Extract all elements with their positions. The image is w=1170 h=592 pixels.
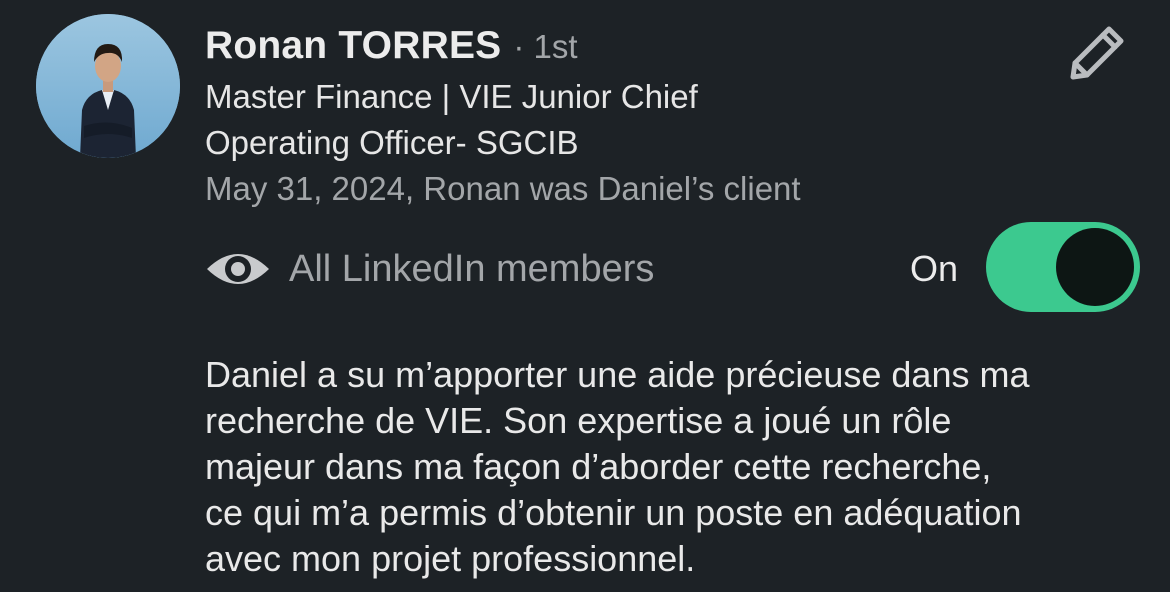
connection-degree: · 1st bbox=[513, 28, 578, 65]
visibility-toggle[interactable] bbox=[986, 222, 1140, 312]
recommender-headline: Master Finance | VIE Junior Chief Operat… bbox=[205, 74, 1045, 166]
profile-photo bbox=[36, 14, 180, 158]
recommendation-card: Ronan TORRES · 1st Master Finance | VIE … bbox=[0, 0, 1170, 592]
edit-button[interactable] bbox=[1062, 16, 1134, 88]
visibility-label: All LinkedIn members bbox=[289, 247, 655, 290]
recommender-name[interactable]: Ronan TORRES bbox=[205, 24, 501, 68]
toggle-knob bbox=[1056, 228, 1134, 306]
eye-icon bbox=[207, 254, 269, 284]
headline-line: Operating Officer- SGCIB bbox=[205, 124, 579, 161]
recommendation-text-line: avec mon projet professionnel. bbox=[205, 538, 696, 579]
recommender-info: Ronan TORRES · 1st Master Finance | VIE … bbox=[205, 24, 1045, 212]
recommendation-text-line: ce qui m’a permis d’obtenir un poste en … bbox=[205, 492, 1022, 533]
recommendation-text: Daniel a su m’apporter une aide précieus… bbox=[205, 352, 1155, 582]
headline-line: Master Finance | VIE Junior Chief bbox=[205, 78, 698, 115]
pencil-icon bbox=[1070, 26, 1124, 80]
avatar[interactable] bbox=[36, 14, 180, 158]
relationship-text: May 31, 2024, Ronan was Daniel’s client bbox=[205, 170, 801, 207]
recommendation-text-line: majeur dans ma façon d’aborder cette rec… bbox=[205, 446, 992, 487]
name-row: Ronan TORRES · 1st bbox=[205, 24, 1045, 68]
visibility-setting: All LinkedIn members bbox=[205, 244, 654, 294]
toggle-state-label: On bbox=[910, 248, 959, 289]
recommendation-text-line: recherche de VIE. Son expertise a joué u… bbox=[205, 400, 952, 441]
recommendation-text-line: Daniel a su m’apporter une aide précieus… bbox=[205, 354, 1030, 395]
